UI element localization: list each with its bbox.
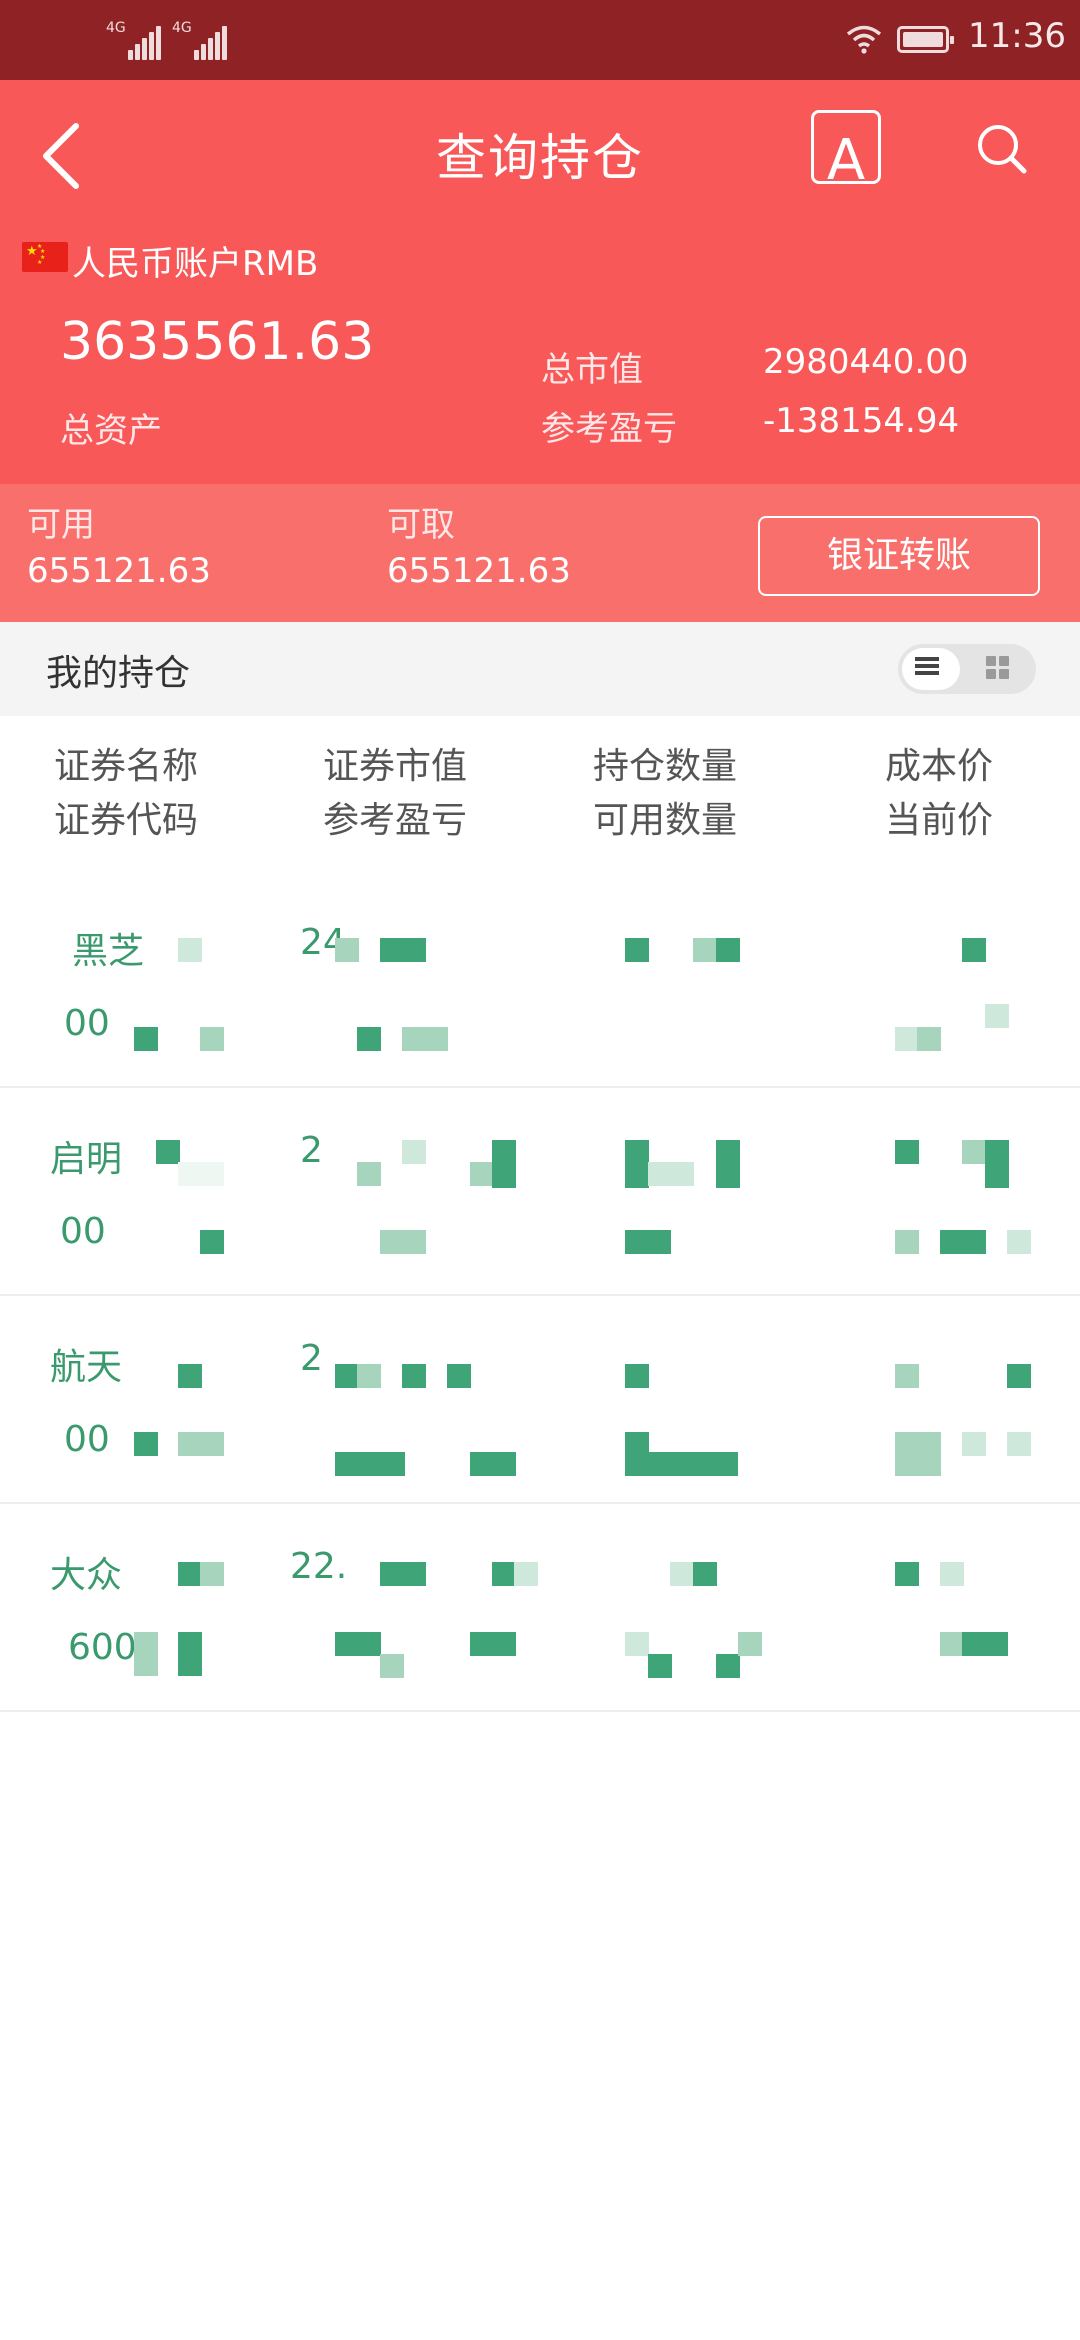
- total-assets-value: 3635561.63: [60, 312, 375, 372]
- mosaic-censor: [0, 1506, 1080, 1712]
- profit-loss-value: -138154.94: [763, 401, 960, 441]
- withdrawable-label: 可取: [387, 505, 455, 545]
- column-header-bottom: 当前价: [885, 800, 994, 841]
- font-size-icon[interactable]: A: [811, 110, 881, 184]
- column-header-top: 持仓数量: [593, 746, 738, 787]
- mosaic-censor: [0, 1298, 1080, 1504]
- total-assets-label: 总资产: [60, 411, 162, 451]
- holding-row[interactable]: 黑芝 00 24: [0, 882, 1080, 1088]
- column-header-price: 成本价 当前价: [885, 740, 993, 848]
- holdings-section-bar: 我的持仓: [0, 622, 1080, 716]
- holding-row[interactable]: 启明 00 2: [0, 1090, 1080, 1296]
- column-header-top: 成本价: [885, 746, 994, 787]
- holding-row[interactable]: 航天 00 2: [0, 1298, 1080, 1504]
- network-type-label: 4G: [106, 20, 126, 36]
- signal-icon: 4G: [172, 20, 232, 60]
- holdings-section-title: 我的持仓: [46, 653, 191, 694]
- available-funds-band: 可用 655121.63 可取 655121.63 银证转账: [0, 484, 1080, 622]
- account-name: 人民币账户RMB: [72, 244, 319, 284]
- column-header-top: 证券名称: [54, 746, 199, 787]
- china-flag-icon: ★ ★ ★ ★ ★: [22, 242, 68, 272]
- list-view-icon[interactable]: [915, 657, 939, 675]
- signal-icon: 4G: [106, 20, 162, 60]
- network-type-label: 4G: [172, 20, 192, 36]
- holding-row[interactable]: 大众 600 22.: [0, 1506, 1080, 1712]
- market-value-label: 总市值: [541, 350, 643, 390]
- mosaic-censor: [0, 1090, 1080, 1296]
- grid-view-icon[interactable]: [986, 656, 1010, 680]
- search-icon[interactable]: [974, 122, 1030, 178]
- battery-icon: [897, 26, 954, 53]
- mosaic-censor: [0, 882, 1080, 1088]
- column-header-top: 证券市值: [323, 746, 468, 787]
- market-value: 2980440.00: [763, 342, 969, 382]
- column-header-bottom: 参考盈亏: [323, 800, 468, 841]
- column-header-bottom: 证券代码: [54, 800, 199, 841]
- wifi-icon: [846, 25, 882, 54]
- status-bar: 4G 4G 11:36: [0, 0, 1080, 80]
- column-header-name-code: 证券名称 证券代码: [54, 740, 198, 848]
- usable-label: 可用: [27, 505, 95, 545]
- usable-value: 655121.63: [27, 551, 211, 591]
- status-time: 11:36: [968, 16, 1066, 56]
- account-header: 查询持仓 A ★ ★ ★ ★ ★ 人民币账户RMB 3635561.63 总资产…: [0, 80, 1080, 484]
- profit-loss-label: 参考盈亏: [541, 409, 677, 449]
- column-header-qty: 持仓数量 可用数量: [593, 740, 737, 848]
- page-title: 查询持仓: [436, 129, 644, 187]
- view-toggle[interactable]: [898, 644, 1036, 694]
- column-header-bottom: 可用数量: [593, 800, 738, 841]
- withdrawable-value: 655121.63: [387, 551, 571, 591]
- column-header-value-pl: 证券市值 参考盈亏: [323, 740, 467, 848]
- bank-securities-transfer-button[interactable]: 银证转账: [758, 516, 1040, 596]
